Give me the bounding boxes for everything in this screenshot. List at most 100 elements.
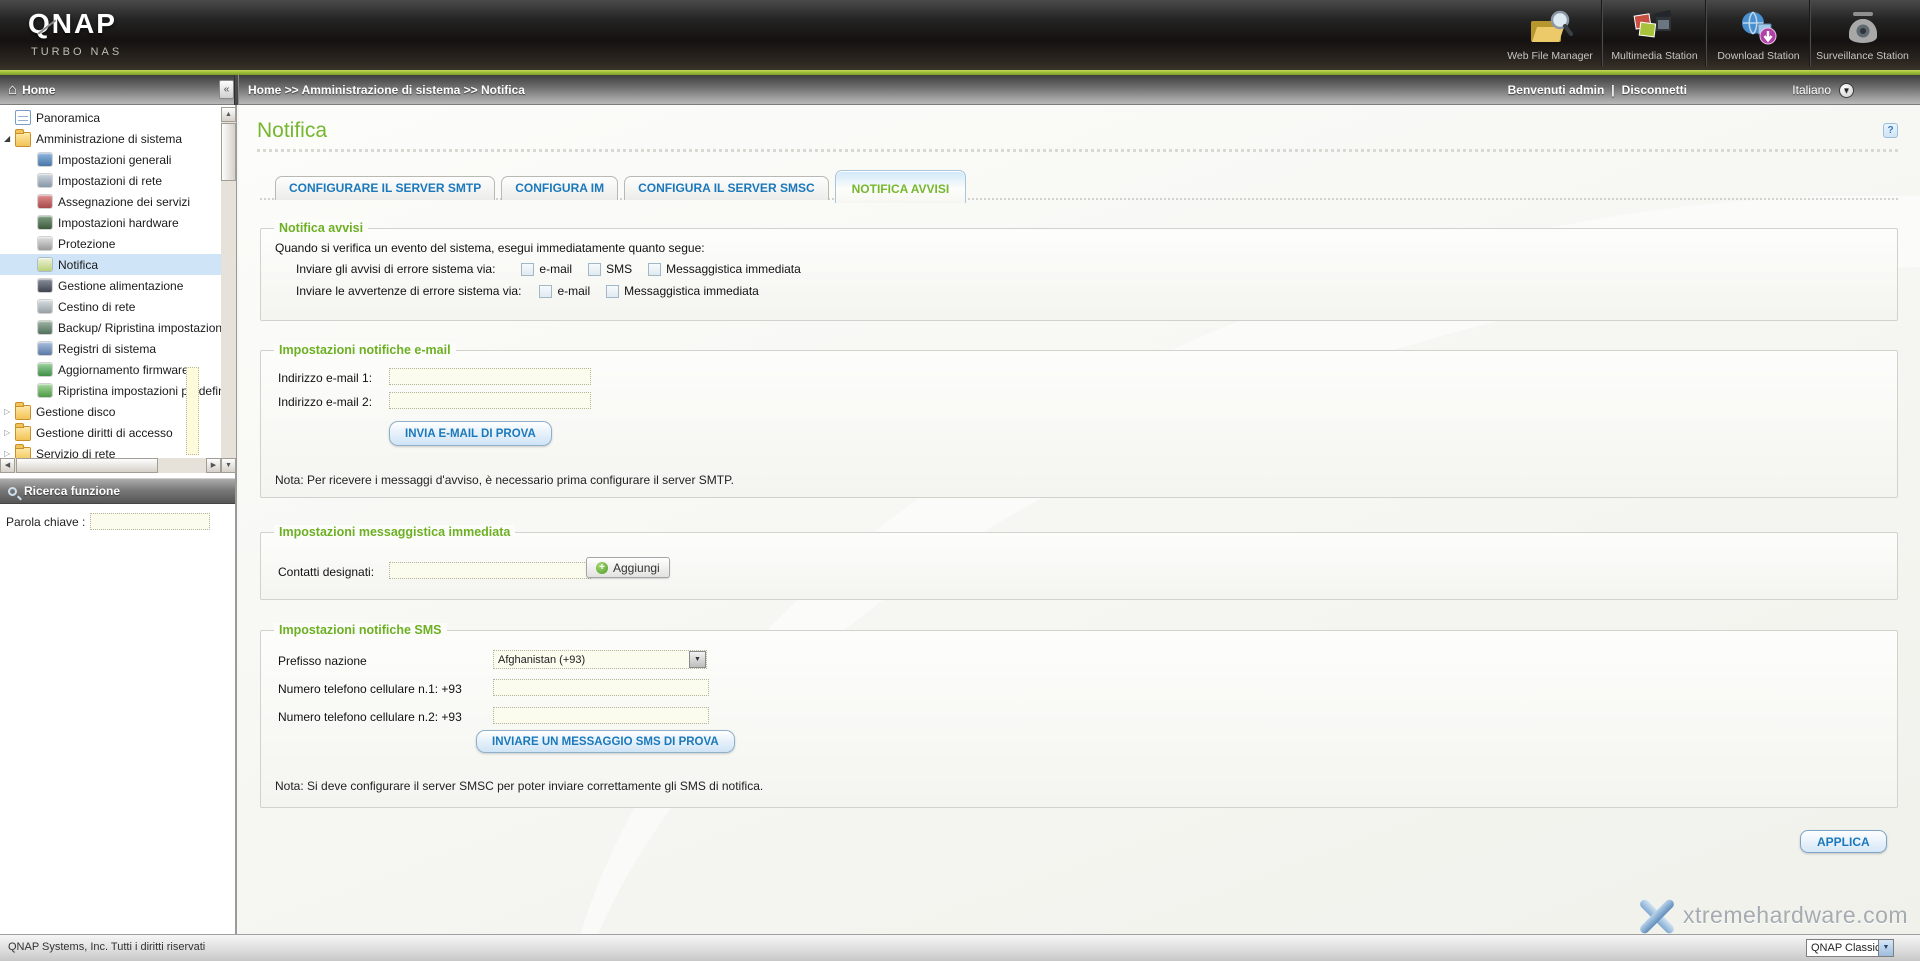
backup-restore-icon xyxy=(38,321,52,334)
row-label: Inviare le avvertenze di errore sistema … xyxy=(296,284,521,298)
keyword-row: Parola chiave : xyxy=(0,509,235,535)
download-station-shortcut[interactable]: Download Station xyxy=(1706,0,1810,66)
tree-vertical-scrollbar[interactable] xyxy=(221,107,236,473)
tab-configura-im[interactable]: CONFIGURA IM xyxy=(501,176,618,200)
checkbox-icon[interactable] xyxy=(588,263,601,276)
tooltip-fragment xyxy=(186,367,199,455)
language-selector[interactable]: Italiano xyxy=(1792,75,1854,105)
chevron-down-icon xyxy=(1878,940,1893,956)
scrollbar-thumb[interactable] xyxy=(221,123,236,181)
checkbox-icon[interactable] xyxy=(521,263,534,276)
sidebar-item-assegnazione-dei-servizi[interactable]: Assegnazione dei servizi xyxy=(0,191,221,212)
sms-note: Nota: Si deve configurare il server SMSC… xyxy=(275,779,763,793)
security-lock-icon xyxy=(38,237,52,250)
watermark: xtremehardware.com xyxy=(1637,895,1908,934)
scroll-up-icon[interactable] xyxy=(221,107,236,122)
surveillance-station-shortcut[interactable]: Surveillance Station xyxy=(1810,0,1914,66)
network-settings-icon xyxy=(38,174,52,187)
sidebar: Panoramica Amministrazione di sistema Im… xyxy=(0,105,237,934)
tree-expand-icon[interactable] xyxy=(4,449,14,458)
language-label: Italiano xyxy=(1792,83,1831,97)
main-content: Notifica CONFIGURARE IL SERVER SMTP CONF… xyxy=(239,105,1920,934)
keyword-input[interactable] xyxy=(90,513,210,530)
welcome-text: Benvenuti admin xyxy=(1508,75,1605,105)
checkbox-warning-im[interactable]: Messaggistica immediata xyxy=(606,284,759,298)
checkbox-icon[interactable] xyxy=(606,285,619,298)
sidebar-item-impostazioni-generali[interactable]: Impostazioni generali xyxy=(0,149,221,170)
logout-link[interactable]: Disconnetti xyxy=(1622,75,1687,105)
country-prefix-select[interactable]: Afghanistan (+93) xyxy=(493,650,707,669)
toolbar: Home Home >> Amministrazione di sistema … xyxy=(0,75,1920,105)
sidebar-item-impostazioni-di-rete[interactable]: Impostazioni di rete xyxy=(0,170,221,191)
scroll-right-icon[interactable] xyxy=(206,458,221,473)
email-note: Nota: Per ricevere i messaggi d'avviso, … xyxy=(275,473,734,487)
station-label: Download Station xyxy=(1717,50,1799,62)
sidebar-item-impostazioni-hardware[interactable]: Impostazioni hardware xyxy=(0,212,221,233)
station-label: Web File Manager xyxy=(1507,50,1593,62)
email-1-input[interactable] xyxy=(389,368,591,385)
home-icon xyxy=(8,75,17,105)
checkbox-error-im[interactable]: Messaggistica immediata xyxy=(648,262,801,276)
checkbox-icon[interactable] xyxy=(539,285,552,298)
tree-expand-icon[interactable] xyxy=(4,428,14,437)
apply-button[interactable]: APPLICA xyxy=(1800,830,1887,853)
add-contact-button[interactable]: Aggiungi xyxy=(586,557,670,578)
section-legend: Notifica avvisi xyxy=(274,221,368,235)
general-settings-icon xyxy=(38,153,52,166)
sidebar-item-protezione[interactable]: Protezione xyxy=(0,233,221,254)
tab-configura-il-server-smsc[interactable]: CONFIGURA IL SERVER SMSC xyxy=(624,176,828,200)
tab-configurare-il-server-smtp[interactable]: CONFIGURARE IL SERVER SMTP xyxy=(275,176,495,200)
sidebar-item-gestione-alimentazione[interactable]: Gestione alimentazione xyxy=(0,275,221,296)
checkbox-error-email[interactable]: e-mail xyxy=(521,262,572,276)
checkbox-warning-email[interactable]: e-mail xyxy=(539,284,590,298)
tree-horizontal-scrollbar[interactable] xyxy=(0,458,221,473)
sidebar-item-cestino-di-rete[interactable]: Cestino di rete xyxy=(0,296,221,317)
tab-notifica-avvisi[interactable]: NOTIFICA AVVISI xyxy=(835,170,967,203)
sidebar-collapse-button[interactable] xyxy=(219,80,234,99)
send-test-email-button[interactable]: INVIA E-MAIL DI PROVA xyxy=(389,421,552,446)
tree-collapse-icon[interactable] xyxy=(4,134,14,143)
chevron-down-icon xyxy=(689,651,706,668)
scroll-left-icon[interactable] xyxy=(0,458,15,473)
sidebar-item-notifica[interactable]: Notifica xyxy=(0,254,221,275)
panel-splitter[interactable] xyxy=(234,75,239,105)
recycle-bin-icon xyxy=(38,300,52,313)
restore-defaults-icon xyxy=(38,384,52,397)
overview-icon xyxy=(16,111,30,124)
checkbox-icon[interactable] xyxy=(648,263,661,276)
help-icon[interactable] xyxy=(1883,123,1898,138)
email-2-input[interactable] xyxy=(389,392,591,409)
checkbox-error-sms[interactable]: SMS xyxy=(588,262,632,276)
system-logs-icon xyxy=(38,342,52,355)
station-shortcuts: Web File Manager Multimedia Station xyxy=(1498,0,1914,70)
alert-intro: Quando si verifica un evento del sistema… xyxy=(275,241,705,255)
row-label: Inviare gli avvisi di errore sistema via… xyxy=(296,262,495,276)
sidebar-item-amministrazione-di-sistema[interactable]: Amministrazione di sistema xyxy=(0,128,221,149)
station-label: Multimedia Station xyxy=(1611,50,1697,62)
qnap-admin-page: { "header": { "logo": "QNAP", "logo_sub"… xyxy=(0,0,1920,961)
breadcrumb: Home >> Amministrazione di sistema >> No… xyxy=(248,75,525,105)
download-station-icon xyxy=(1736,8,1782,48)
phone-2-input[interactable] xyxy=(493,707,709,724)
function-search-header: Ricerca funzione xyxy=(0,478,235,504)
plus-icon xyxy=(596,562,608,574)
scroll-down-icon[interactable] xyxy=(221,458,236,473)
phone-1-input[interactable] xyxy=(493,679,709,696)
theme-selector[interactable]: QNAP Classic xyxy=(1806,939,1894,957)
hardware-icon xyxy=(38,216,52,229)
sidebar-item-panoramica[interactable]: Panoramica xyxy=(0,107,221,128)
web-file-manager-shortcut[interactable]: Web File Manager xyxy=(1498,0,1602,66)
email-notification-section: Impostazioni notifiche e-mail Indirizzo … xyxy=(260,350,1898,498)
tree-expand-icon[interactable] xyxy=(4,407,14,416)
instant-messaging-section: Impostazioni messaggistica immediata Con… xyxy=(260,532,1898,600)
send-test-sms-button[interactable]: INVIARE UN MESSAGGIO SMS DI PROVA xyxy=(476,730,735,753)
title-separator xyxy=(257,149,1898,152)
sidebar-item-backup-ripristina[interactable]: Backup/ Ripristina impostazioni xyxy=(0,317,221,338)
multimedia-station-shortcut[interactable]: Multimedia Station xyxy=(1602,0,1706,66)
scrollbar-thumb[interactable] xyxy=(16,458,158,473)
section-legend: Impostazioni messaggistica immediata xyxy=(274,525,515,539)
designated-contacts-input[interactable] xyxy=(389,562,591,579)
qnap-logo: QNAP xyxy=(28,8,117,40)
user-session-area: Benvenuti admin | Disconnetti xyxy=(1508,75,1687,105)
sidebar-item-registri-di-sistema[interactable]: Registri di sistema xyxy=(0,338,221,359)
